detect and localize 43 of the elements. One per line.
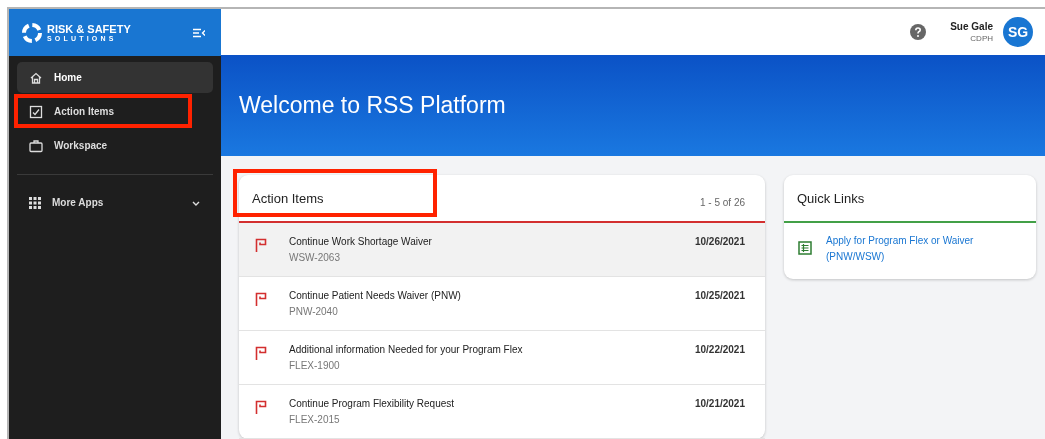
briefcase-icon: [29, 138, 43, 153]
user-avatar[interactable]: SG: [1003, 16, 1033, 47]
item-code: PNW-2040: [289, 306, 339, 317]
sidebar-item[interactable]: Action Items: [17, 96, 213, 127]
sidebar-item[interactable]: Home: [17, 62, 213, 93]
flag-icon: [255, 292, 267, 306]
grid-icon: [29, 196, 41, 209]
item-title: Continue Patient Needs Waiver (PNW): [289, 290, 462, 301]
item-date: 10/25/2021: [694, 290, 745, 301]
banner-title: Welcome to RSS Platform: [239, 91, 506, 119]
item-title: Additional information Needed for your Program Flex: [289, 344, 524, 355]
item-title: Continue Program Flexibility Request: [289, 398, 456, 409]
help-button[interactable]: [910, 23, 927, 40]
item-code: FLEX-1900: [289, 360, 341, 371]
brand-name: RISK & SAFETY: [47, 23, 131, 35]
item-code: FLEX-2015: [289, 414, 341, 425]
action-item-row[interactable]: Continue Patient Needs Waiver (PNW) PNW-2040 10/25/2021: [239, 277, 765, 331]
action-item-row[interactable]: Continue Program Flexibility Request FLEX-2015 10/21/2021: [239, 385, 765, 439]
item-date: 10/21/2021: [694, 398, 745, 409]
home-icon: [29, 70, 43, 85]
more-apps-label: More Apps: [52, 197, 105, 208]
more-apps-item[interactable]: More Apps: [17, 187, 213, 218]
item-title: Continue Work Shortage Waiver: [289, 236, 433, 247]
card-title: Action Items: [252, 190, 324, 206]
action-item-row[interactable]: Continue Work Shortage Waiver WSW-2063 10/26/2021: [239, 223, 765, 277]
item-date: 10/26/2021: [694, 236, 745, 247]
spreadsheet-icon: [798, 241, 812, 255]
checkbox-icon: [29, 104, 43, 119]
action-item-row[interactable]: Additional information Needed for your Program Flex FLEX-1900 10/22/2021: [239, 331, 765, 385]
page-range: 1 - 5 of 26: [699, 196, 745, 208]
quick-link[interactable]: Apply for Program Flex or Waiver (PNW/WSW): [826, 233, 1024, 265]
help-icon: [910, 23, 927, 40]
menu-icon: [193, 27, 205, 38]
sidebar-item[interactable]: Workspace: [17, 130, 213, 161]
user-name: Sue Gale: [950, 20, 993, 32]
card-title: Quick Links: [797, 190, 865, 206]
item-date: 10/22/2021: [694, 344, 745, 355]
logo-icon: [21, 21, 43, 44]
flag-icon: [255, 238, 267, 252]
flag-icon: [255, 346, 267, 360]
item-code: WSW-2063: [289, 252, 341, 263]
flag-icon: [255, 400, 267, 414]
user-organization: CDPH: [970, 33, 993, 43]
